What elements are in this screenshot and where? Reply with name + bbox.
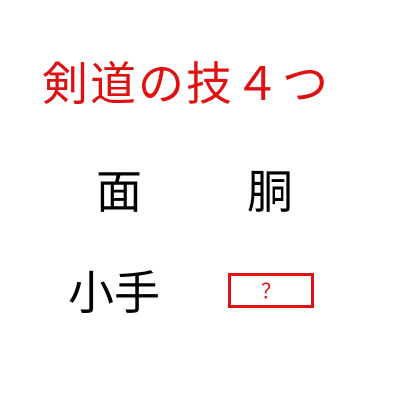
term-men: 面 xyxy=(96,165,142,219)
quiz-title: 剣道の技４つ xyxy=(42,57,330,111)
quiz-canvas: 剣道の技４つ 面 胴 小手 ？ xyxy=(0,0,400,400)
question-mark: ？ xyxy=(261,278,281,303)
term-kote: 小手 xyxy=(68,266,160,320)
term-do: 胴 xyxy=(247,165,293,219)
answer-box[interactable]: ？ xyxy=(228,273,314,308)
